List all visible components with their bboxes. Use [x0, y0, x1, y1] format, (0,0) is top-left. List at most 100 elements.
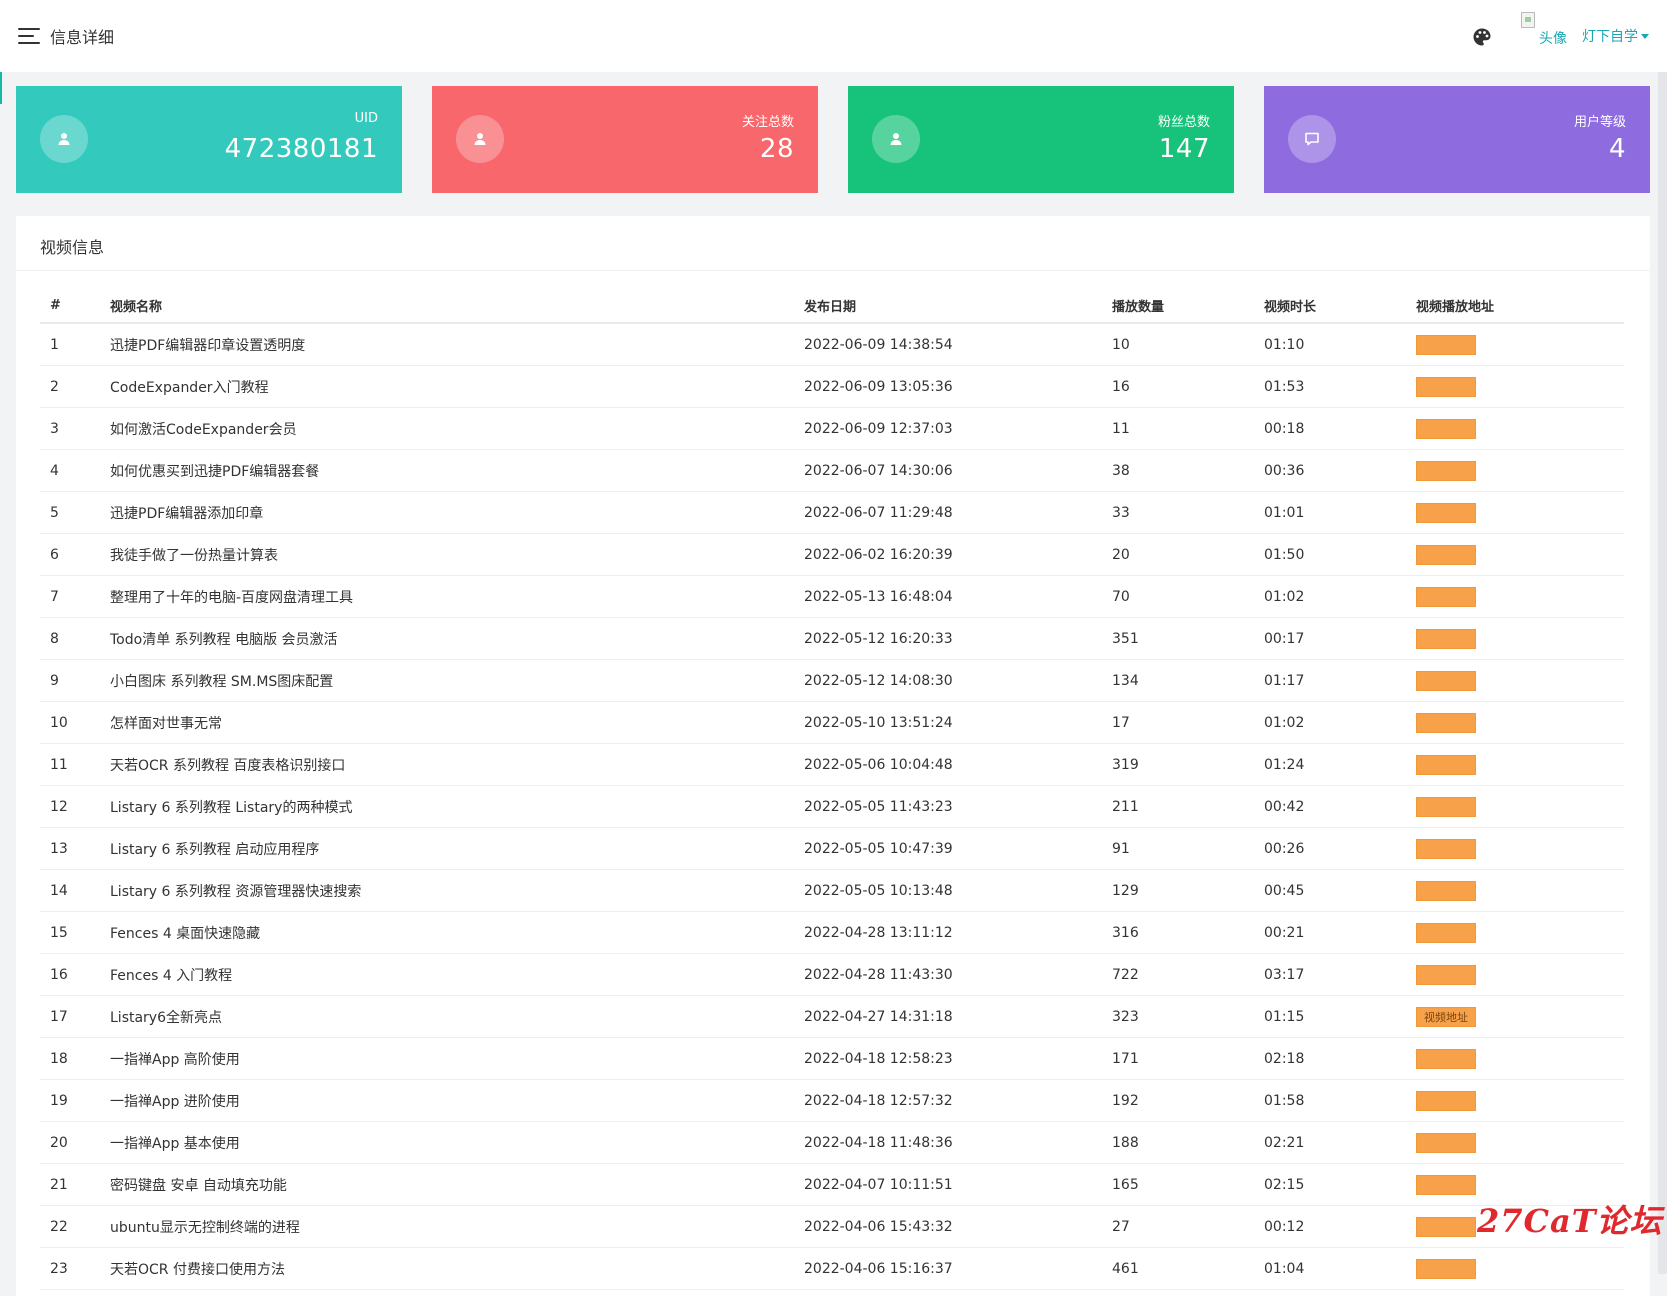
publish-date: 2022-06-02 16:20:39 — [804, 533, 1112, 576]
video-duration: 02:18 — [1264, 1037, 1416, 1080]
palette-icon[interactable] — [1472, 27, 1492, 47]
stat-label: 粉丝总数 — [1157, 115, 1210, 130]
publish-date: 2022-05-06 10:04:48 — [804, 743, 1112, 786]
video-link-button[interactable]: 视频地址 — [1416, 922, 1476, 943]
page-title: 信息详细 — [50, 28, 115, 47]
video-link-button[interactable]: 视频地址 — [1416, 796, 1476, 817]
video-title: Listary 6 系列教程 启动应用程序 — [110, 827, 804, 870]
video-link-cell: 视频地址 — [1416, 995, 1624, 1038]
table-row: 14 Listary 6 系列教程 资源管理器快速搜索 2022-05-05 10:… — [40, 869, 1624, 912]
video-duration: 01:02 — [1264, 575, 1416, 618]
table-row: 10 怎样面对世事无常 2022-05-10 13:51:24 17 01:02 视频地址 — [40, 701, 1624, 744]
stat-icon-circle — [872, 115, 920, 163]
video-link-button[interactable]: 视频地址 — [1416, 586, 1476, 607]
video-link-button[interactable]: 视频地址 — [1416, 670, 1476, 691]
video-duration: 00:17 — [1264, 617, 1416, 660]
side-accent — [0, 72, 2, 104]
video-duration: 00:45 — [1264, 869, 1416, 912]
play-count: 27 — [1112, 1205, 1264, 1248]
video-link-button[interactable]: 视频地址 — [1416, 1174, 1476, 1195]
play-count: 129 — [1112, 869, 1264, 912]
video-duration: 00:18 — [1264, 407, 1416, 450]
video-link-button[interactable]: 视频地址 — [1416, 838, 1476, 859]
video-link-button[interactable]: 视频地址 — [1416, 376, 1476, 397]
avatar[interactable]: 头像 — [1521, 12, 1567, 48]
publish-date: 2022-04-28 13:11:12 — [804, 911, 1112, 954]
video-title: Todo清单 系列教程 电脑版 会员激活 — [110, 617, 804, 660]
video-duration: 00:36 — [1264, 449, 1416, 492]
video-link-cell: 视频地址 — [1416, 449, 1624, 492]
play-count: 17 — [1112, 701, 1264, 744]
play-count: 10 — [1112, 323, 1264, 366]
stat-icon-circle — [456, 115, 504, 163]
panel-header: 视频信息 — [16, 216, 1650, 271]
video-link-button[interactable]: 视频地址 — [1416, 754, 1476, 775]
video-info-panel: 视频信息 # 视频名称 发布日期 播放数量 视频时长 视频播放地址 1 迅捷PDF… — [16, 216, 1650, 1296]
video-link-cell: 视频地址 — [1416, 1037, 1624, 1080]
menu-icon[interactable] — [18, 28, 40, 44]
video-duration: 02:21 — [1264, 1121, 1416, 1164]
table-row: 11 天若OCR 系列教程 百度表格识别接口 2022-05-06 10:04:48… — [40, 743, 1624, 786]
video-link-button[interactable]: 视频地址 — [1416, 1006, 1476, 1027]
video-link-button[interactable]: 视频地址 — [1416, 502, 1476, 523]
stat-value: 4 — [1608, 134, 1626, 164]
table-row: 21 密码键盘 安卓 自动填充功能 2022-04-07 10:11:51 165 02… — [40, 1163, 1624, 1206]
video-duration: 01:17 — [1264, 659, 1416, 702]
video-link-button[interactable]: 视频地址 — [1416, 880, 1476, 901]
publish-date: 2022-06-09 12:37:03 — [804, 407, 1112, 450]
play-count: 38 — [1112, 449, 1264, 492]
stat-icon-circle — [1288, 115, 1336, 163]
video-link-button[interactable]: 视频地址 — [1416, 1258, 1476, 1279]
video-title: 小白图床 系列教程 SM.MS图床配置 — [110, 659, 804, 702]
user-menu[interactable]: 灯下自学 — [1582, 26, 1649, 46]
play-count: 316 — [1112, 911, 1264, 954]
table-row: 19 一指禅App 进阶使用 2022-04-18 12:57:32 192 01:58… — [40, 1079, 1624, 1122]
video-link-button[interactable]: 视频地址 — [1416, 334, 1476, 355]
play-count: 20 — [1112, 533, 1264, 576]
row-index: 21 — [40, 1163, 110, 1206]
table-row: 3 如何激活CodeExpander会员 2022-06-09 12:37:03 11… — [40, 407, 1624, 450]
video-link-button[interactable]: 视频地址 — [1416, 418, 1476, 439]
video-title: 我徒手做了一份热量计算表 — [110, 533, 804, 576]
video-link-cell: 视频地址 — [1416, 365, 1624, 408]
video-link-cell: 视频地址 — [1416, 869, 1624, 912]
table-row: 23 天若OCR 付费接口使用方法 2022-04-06 15:16:37 461 01… — [40, 1247, 1624, 1290]
row-index: 23 — [40, 1247, 110, 1290]
user-name: 灯下自学 — [1582, 29, 1638, 45]
scrollbar-track[interactable] — [1658, 72, 1667, 1274]
column-header-title: 视频名称 — [110, 288, 804, 324]
video-link-button[interactable]: 视频地址 — [1416, 1132, 1476, 1153]
user-icon — [58, 133, 70, 145]
table-row: 16 Fences 4 入门教程 2022-04-28 11:43:30 722 03:… — [40, 953, 1624, 996]
video-link-button[interactable]: 视频地址 — [1416, 1216, 1476, 1237]
row-index: 5 — [40, 491, 110, 534]
video-link-button[interactable]: 视频地址 — [1416, 544, 1476, 565]
caret-down-icon — [1641, 33, 1649, 39]
stat-card-uid: UID 472380181 — [16, 86, 402, 193]
play-count: 211 — [1112, 785, 1264, 828]
video-duration: 00:21 — [1264, 911, 1416, 954]
stat-value: 28 — [759, 134, 794, 164]
video-link-cell: 视频地址 — [1416, 1079, 1624, 1122]
video-link-button[interactable]: 视频地址 — [1416, 1048, 1476, 1069]
video-duration: 01:24 — [1264, 743, 1416, 786]
table-row: 4 如何优惠买到迅捷PDF编辑器套餐 2022-06-07 14:30:06 38 00… — [40, 449, 1624, 492]
row-index: 10 — [40, 701, 110, 744]
video-link-button[interactable]: 视频地址 — [1416, 460, 1476, 481]
stat-card-fans: 粉丝总数 147 — [848, 86, 1234, 193]
video-link-button[interactable]: 视频地址 — [1416, 628, 1476, 649]
play-count: 165 — [1112, 1163, 1264, 1206]
video-title: 如何激活CodeExpander会员 — [110, 407, 804, 450]
video-link-button[interactable]: 视频地址 — [1416, 964, 1476, 985]
row-index: 14 — [40, 869, 110, 912]
video-link-cell: 视频地址 — [1416, 575, 1624, 618]
table-row: 5 迅捷PDF编辑器添加印章 2022-06-07 11:29:48 33 01:01 视… — [40, 491, 1624, 534]
video-duration: 00:42 — [1264, 785, 1416, 828]
play-count: 188 — [1112, 1121, 1264, 1164]
video-duration: 01:50 — [1264, 533, 1416, 576]
video-link-button[interactable]: 视频地址 — [1416, 1090, 1476, 1111]
table-row: 15 Fences 4 桌面快速隐藏 2022-04-28 13:11:12 316 0… — [40, 911, 1624, 954]
publish-date: 2022-06-09 13:05:36 — [804, 365, 1112, 408]
video-title: 一指禅App 高阶使用 — [110, 1037, 804, 1080]
video-link-button[interactable]: 视频地址 — [1416, 712, 1476, 733]
